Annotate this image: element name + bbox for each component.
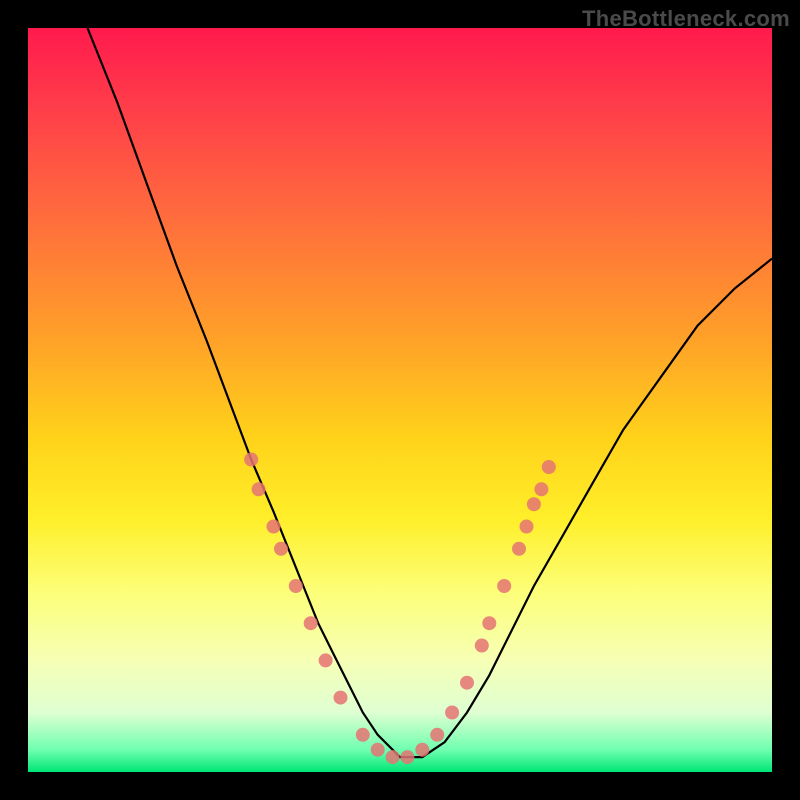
curve-marker bbox=[252, 482, 266, 496]
curve-marker bbox=[497, 579, 511, 593]
curve-marker bbox=[430, 728, 444, 742]
curve-marker bbox=[244, 453, 258, 467]
curve-marker bbox=[527, 497, 541, 511]
curve-marker bbox=[274, 542, 288, 556]
bottleneck-curve bbox=[88, 28, 773, 757]
curve-marker bbox=[520, 520, 534, 534]
curve-marker bbox=[356, 728, 370, 742]
curve-marker bbox=[334, 691, 348, 705]
curve-marker bbox=[475, 639, 489, 653]
curve-marker bbox=[542, 460, 556, 474]
curve-marker bbox=[400, 750, 414, 764]
curve-markers bbox=[244, 453, 556, 765]
curve-marker bbox=[289, 579, 303, 593]
watermark-text: TheBottleneck.com bbox=[582, 6, 790, 32]
curve-marker bbox=[460, 676, 474, 690]
curve-marker bbox=[386, 750, 400, 764]
chart-overlay bbox=[28, 28, 772, 772]
curve-marker bbox=[534, 482, 548, 496]
curve-marker bbox=[512, 542, 526, 556]
curve-marker bbox=[304, 616, 318, 630]
curve-marker bbox=[415, 743, 429, 757]
curve-marker bbox=[267, 520, 281, 534]
curve-marker bbox=[319, 653, 333, 667]
curve-marker bbox=[482, 616, 496, 630]
curve-marker bbox=[371, 743, 385, 757]
curve-marker bbox=[445, 706, 459, 720]
